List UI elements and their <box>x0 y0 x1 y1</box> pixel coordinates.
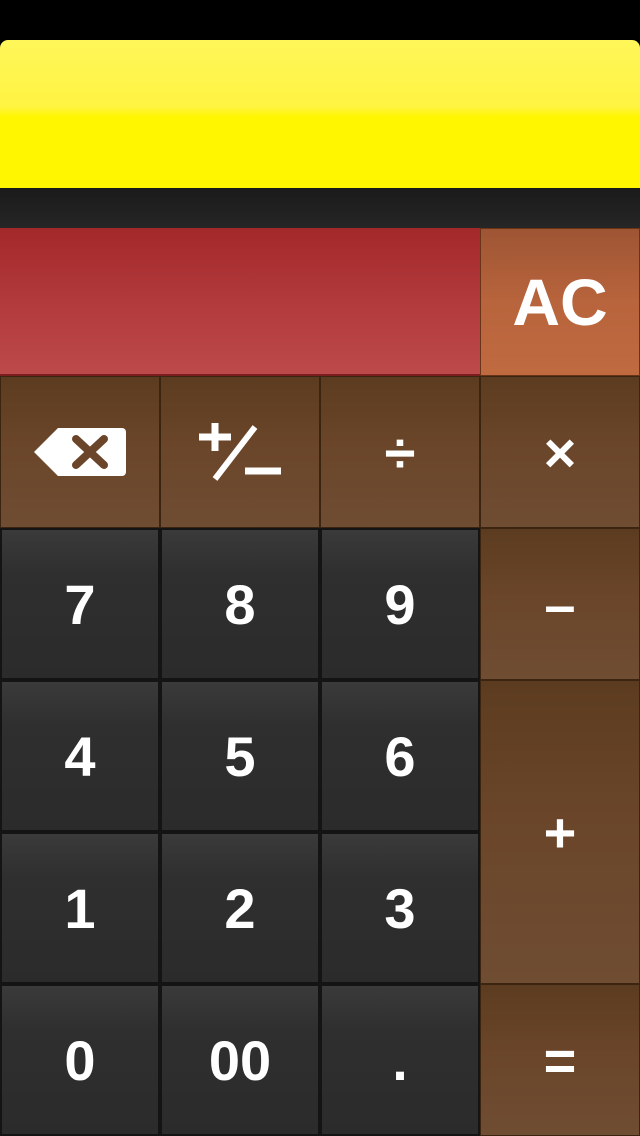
digit-5-button[interactable]: 5 <box>160 680 320 832</box>
status-bar <box>0 0 640 40</box>
backspace-button[interactable] <box>0 376 160 528</box>
double-zero-button[interactable]: 00 <box>160 984 320 1136</box>
digit-0-button[interactable]: 0 <box>0 984 160 1136</box>
minus-button[interactable]: – <box>480 528 640 680</box>
calculator-display <box>0 228 480 376</box>
digit-9-button[interactable]: 9 <box>320 528 480 680</box>
plus-button[interactable]: + <box>480 680 640 984</box>
digit-6-button[interactable]: 6 <box>320 680 480 832</box>
digit-1-button[interactable]: 1 <box>0 832 160 984</box>
ad-banner[interactable] <box>0 40 640 188</box>
divide-button[interactable]: ÷ <box>320 376 480 528</box>
digit-2-button[interactable]: 2 <box>160 832 320 984</box>
backspace-icon <box>32 426 128 478</box>
digit-8-button[interactable]: 8 <box>160 528 320 680</box>
digit-3-button[interactable]: 3 <box>320 832 480 984</box>
equals-button[interactable]: = <box>480 984 640 1136</box>
calculator-app: AC ÷ × 7 8 9 – 4 5 6 + 1 2 3 0 00 . = <box>0 0 640 1136</box>
digit-7-button[interactable]: 7 <box>0 528 160 680</box>
decimal-button[interactable]: . <box>320 984 480 1136</box>
clear-button[interactable]: AC <box>480 228 640 376</box>
multiply-button[interactable]: × <box>480 376 640 528</box>
plus-minus-button[interactable] <box>160 376 320 528</box>
digit-4-button[interactable]: 4 <box>0 680 160 832</box>
top-strip <box>0 188 640 228</box>
plus-minus-icon <box>197 421 283 483</box>
